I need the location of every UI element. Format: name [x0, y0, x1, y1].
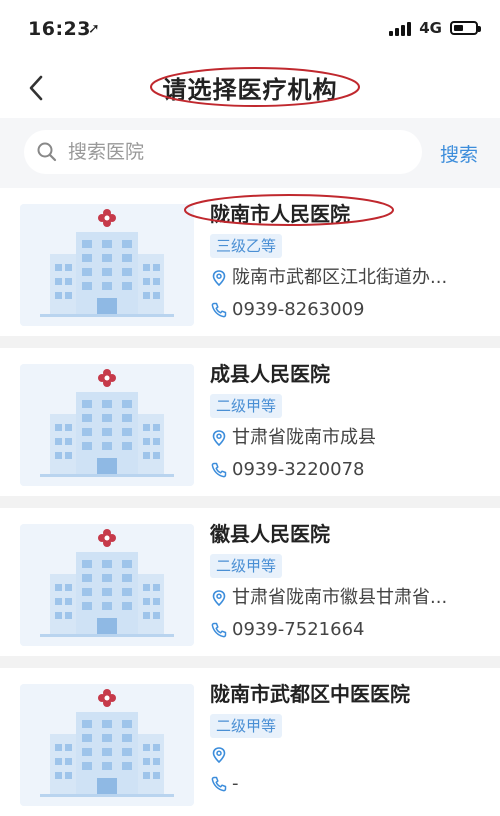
hospital-name: 成县人民医院: [210, 362, 330, 386]
battery-icon: [450, 21, 481, 35]
phone-row: 0939-8263009: [210, 298, 480, 322]
search-box: [24, 130, 422, 174]
hospital-image: [20, 684, 194, 806]
hospital-phone: 0939-3220078: [232, 459, 365, 480]
search-input[interactable]: [66, 140, 390, 164]
hospital-name: 徽县人民医院: [210, 522, 330, 546]
hospital-address: 甘肃省陇南市徽县甘肃省...: [232, 587, 448, 608]
location-pin-icon: [212, 747, 226, 764]
nav-bar: 请选择医疗机构: [0, 60, 500, 118]
network-type: 4G: [419, 19, 442, 37]
phone-icon: [211, 776, 227, 792]
phone-row: 0939-3220078: [210, 458, 480, 482]
status-time: 16:23: [28, 18, 91, 40]
hospital-building-icon: [20, 684, 194, 806]
hospital-card[interactable]: 陇南市武都区中医医院 二级甲等 -: [0, 668, 500, 816]
hospital-building-icon: [20, 364, 194, 486]
hospital-level-badge: 二级甲等: [210, 714, 283, 738]
hospital-address: 陇南市武都区江北街道办...: [232, 267, 448, 288]
hospital-level-badge: 二级甲等: [210, 394, 283, 418]
hospital-building-icon: [20, 204, 194, 326]
hospital-card[interactable]: 成县人民医院 二级甲等 甘肃省陇南市成县 0939-3220078: [0, 348, 500, 496]
phone-icon: [211, 302, 227, 318]
search-icon: [37, 142, 57, 162]
phone-row: -: [210, 772, 480, 796]
search-button[interactable]: 搜索: [440, 140, 478, 167]
location-pin-icon: [212, 590, 226, 607]
hospital-level-badge: 三级乙等: [210, 234, 283, 258]
status-right: 4G: [389, 19, 481, 37]
hospital-info: 徽县人民医院 二级甲等 甘肃省陇南市徽县甘肃省... 0939-7521664: [210, 520, 480, 642]
hospital-info: 成县人民医院 二级甲等 甘肃省陇南市成县 0939-3220078: [210, 360, 480, 482]
hospital-card[interactable]: 陇南市人民医院 三级乙等 陇南市武都区江北街道办... 0939-8263009: [0, 188, 500, 336]
hospital-list: 陇南市人民医院 三级乙等 陇南市武都区江北街道办... 0939-8263009: [0, 188, 500, 816]
hospital-name: 陇南市人民医院: [210, 202, 350, 226]
hospital-info: 陇南市武都区中医医院 二级甲等 -: [210, 680, 480, 796]
phone-row: 0939-7521664: [210, 618, 480, 642]
hospital-phone: 0939-8263009: [232, 299, 365, 320]
hospital-address: 甘肃省陇南市成县: [232, 427, 376, 448]
page-title: 请选择医疗机构: [162, 76, 338, 104]
status-bar: 16:23 ➚ 4G: [0, 0, 500, 60]
hospital-name: 陇南市武都区中医医院: [210, 682, 410, 706]
signal-icon: [389, 20, 412, 36]
search-bar: 搜索: [0, 118, 500, 188]
hospital-level-badge: 二级甲等: [210, 554, 283, 578]
hospital-info: 陇南市人民医院 三级乙等 陇南市武都区江北街道办... 0939-8263009: [210, 200, 480, 322]
hospital-building-icon: [20, 524, 194, 646]
hospital-image: [20, 204, 194, 326]
location-arrow-icon: ➚: [88, 21, 100, 37]
phone-icon: [211, 462, 227, 478]
hospital-phone: -: [232, 773, 239, 794]
hospital-image: [20, 524, 194, 646]
location-pin-icon: [212, 270, 226, 287]
hospital-image: [20, 364, 194, 486]
address-row: 甘肃省陇南市成县: [210, 426, 480, 450]
location-pin-icon: [212, 430, 226, 447]
hospital-phone: 0939-7521664: [232, 619, 365, 640]
address-row: 陇南市武都区江北街道办...: [210, 266, 480, 290]
address-row: 甘肃省陇南市徽县甘肃省...: [210, 586, 480, 610]
address-row: [210, 746, 480, 764]
phone-icon: [211, 622, 227, 638]
hospital-card[interactable]: 徽县人民医院 二级甲等 甘肃省陇南市徽县甘肃省... 0939-7521664: [0, 508, 500, 656]
